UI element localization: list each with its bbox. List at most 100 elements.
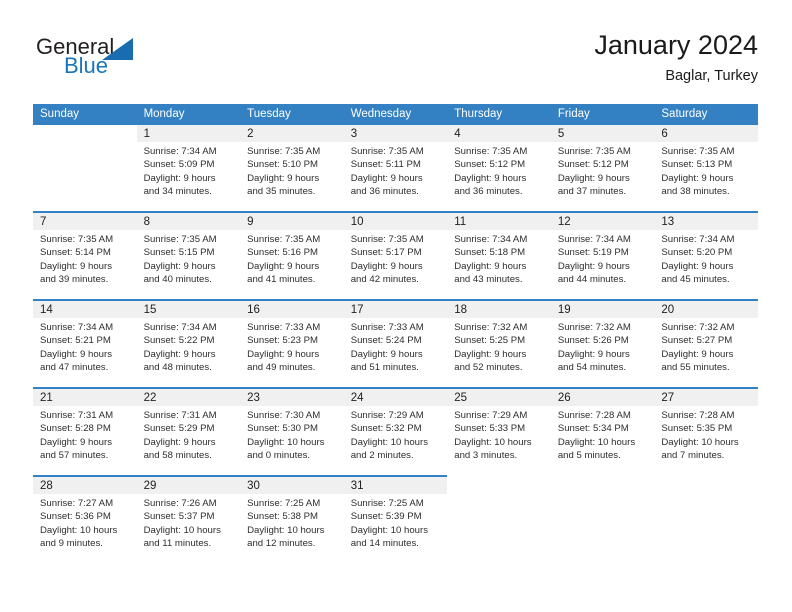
day-cell[interactable]: Sunrise: 7:35 AM Sunset: 5:13 PM Dayligh… [654, 142, 758, 212]
day-number[interactable]: 23 [240, 387, 344, 406]
sunset-text: Sunset: 5:17 PM [350, 247, 422, 259]
sunset-text: Sunset: 5:19 PM [557, 247, 629, 259]
day-cell[interactable]: Sunrise: 7:31 AM Sunset: 5:29 PM Dayligh… [136, 406, 241, 476]
sunset-text: Sunset: 5:39 PM [350, 511, 422, 523]
day-cell[interactable]: Sunrise: 7:29 AM Sunset: 5:33 PM Dayligh… [447, 406, 551, 476]
day-number[interactable]: 22 [136, 387, 241, 406]
day-number[interactable]: 12 [550, 211, 655, 230]
day-number[interactable]: 13 [654, 211, 758, 230]
sunset-text: Sunset: 5:32 PM [350, 423, 422, 435]
sunrise-text: Sunrise: 7:35 AM [143, 234, 217, 245]
day-number[interactable]: 28 [33, 475, 137, 494]
daylight-line2: and 52 minutes. [454, 362, 523, 374]
day-cell[interactable]: Sunrise: 7:29 AM Sunset: 5:32 PM Dayligh… [343, 406, 448, 476]
sunrise-text: Sunrise: 7:35 AM [557, 146, 631, 157]
day-cell[interactable]: Sunrise: 7:33 AM Sunset: 5:23 PM Dayligh… [240, 318, 344, 388]
sunrise-text: Sunrise: 7:34 AM [40, 322, 114, 333]
day-number [447, 475, 551, 494]
day-cell[interactable]: Sunrise: 7:34 AM Sunset: 5:19 PM Dayligh… [550, 230, 655, 300]
daylight-line1: Daylight: 9 hours [350, 260, 423, 272]
day-number[interactable]: 26 [550, 387, 655, 406]
day-number[interactable]: 16 [240, 299, 344, 318]
day-cell[interactable]: Sunrise: 7:35 AM Sunset: 5:12 PM Dayligh… [447, 142, 551, 212]
day-cell[interactable]: Sunrise: 7:25 AM Sunset: 5:38 PM Dayligh… [240, 494, 344, 564]
sunrise-text: Sunrise: 7:27 AM [40, 498, 114, 509]
day-cell[interactable]: Sunrise: 7:27 AM Sunset: 5:36 PM Dayligh… [33, 494, 137, 564]
sunrise-text: Sunrise: 7:25 AM [350, 498, 424, 509]
sunset-text: Sunset: 5:28 PM [40, 423, 111, 435]
day-number[interactable]: 15 [136, 299, 241, 318]
day-number[interactable]: 9 [240, 211, 344, 230]
daylight-line2: and 0 minutes. [247, 450, 311, 462]
day-cell[interactable]: Sunrise: 7:33 AM Sunset: 5:24 PM Dayligh… [343, 318, 448, 388]
day-number[interactable]: 17 [343, 299, 448, 318]
sunset-text: Sunset: 5:35 PM [661, 423, 733, 435]
day-number[interactable]: 25 [447, 387, 551, 406]
day-number[interactable]: 27 [654, 387, 758, 406]
day-cell[interactable]: Sunrise: 7:35 AM Sunset: 5:16 PM Dayligh… [240, 230, 344, 300]
day-number[interactable]: 20 [654, 299, 758, 318]
day-number[interactable]: 29 [136, 475, 241, 494]
day-cell[interactable]: Sunrise: 7:32 AM Sunset: 5:25 PM Dayligh… [447, 318, 551, 388]
day-cell[interactable]: Sunrise: 7:35 AM Sunset: 5:10 PM Dayligh… [240, 142, 344, 212]
day-cell[interactable]: Sunrise: 7:28 AM Sunset: 5:34 PM Dayligh… [550, 406, 655, 476]
day-number[interactable]: 10 [343, 211, 448, 230]
day-number[interactable]: 1 [136, 125, 241, 142]
daylight-line2: and 5 minutes. [557, 450, 621, 462]
sunrise-text: Sunrise: 7:35 AM [350, 146, 424, 157]
day-number[interactable]: 11 [447, 211, 551, 230]
day-cell[interactable]: Sunrise: 7:32 AM Sunset: 5:27 PM Dayligh… [654, 318, 758, 388]
general-blue-logo[interactable]: General Blue [33, 34, 243, 92]
daylight-line2: and 9 minutes. [40, 538, 103, 550]
day-number[interactable]: 31 [343, 475, 448, 494]
daylight-line2: and 36 minutes. [350, 186, 419, 198]
day-number[interactable]: 8 [136, 211, 241, 230]
day-cell[interactable]: Sunrise: 7:34 AM Sunset: 5:22 PM Dayligh… [136, 318, 241, 388]
day-cell[interactable]: Sunrise: 7:34 AM Sunset: 5:09 PM Dayligh… [136, 142, 241, 212]
weekday-header-thursday: Thursday [447, 104, 551, 125]
sunset-text: Sunset: 5:30 PM [247, 423, 319, 435]
day-cell[interactable]: Sunrise: 7:35 AM Sunset: 5:15 PM Dayligh… [136, 230, 241, 300]
sunrise-text: Sunrise: 7:35 AM [661, 146, 735, 157]
daylight-line1: Daylight: 9 hours [247, 172, 320, 184]
sunset-text: Sunset: 5:16 PM [247, 247, 319, 259]
day-number[interactable]: 3 [343, 125, 448, 142]
sunset-text: Sunset: 5:22 PM [143, 335, 215, 347]
day-number[interactable]: 2 [240, 125, 344, 142]
daylight-line2: and 41 minutes. [247, 274, 316, 286]
week-details: Sunrise: 7:35 AM Sunset: 5:14 PM Dayligh… [33, 230, 758, 300]
day-cell[interactable]: Sunrise: 7:35 AM Sunset: 5:12 PM Dayligh… [550, 142, 655, 212]
day-cell[interactable]: Sunrise: 7:32 AM Sunset: 5:26 PM Dayligh… [550, 318, 655, 388]
day-number[interactable]: 19 [550, 299, 655, 318]
day-cell[interactable]: Sunrise: 7:35 AM Sunset: 5:14 PM Dayligh… [33, 230, 137, 300]
day-number[interactable]: 5 [550, 125, 655, 142]
week-details: Sunrise: 7:34 AM Sunset: 5:21 PM Dayligh… [33, 318, 758, 388]
day-cell[interactable]: Sunrise: 7:35 AM Sunset: 5:17 PM Dayligh… [343, 230, 448, 300]
sunrise-text: Sunrise: 7:31 AM [143, 410, 217, 421]
day-number[interactable]: 21 [33, 387, 137, 406]
day-number[interactable]: 24 [343, 387, 448, 406]
sunset-text: Sunset: 5:23 PM [247, 335, 319, 347]
day-number[interactable]: 18 [447, 299, 551, 318]
sunrise-text: Sunrise: 7:35 AM [350, 234, 424, 245]
day-number[interactable]: 14 [33, 299, 137, 318]
day-number[interactable]: 4 [447, 125, 551, 142]
day-cell[interactable]: Sunrise: 7:34 AM Sunset: 5:21 PM Dayligh… [33, 318, 137, 388]
sunset-text: Sunset: 5:15 PM [143, 247, 215, 259]
day-cell[interactable]: Sunrise: 7:31 AM Sunset: 5:28 PM Dayligh… [33, 406, 137, 476]
daylight-line2: and 42 minutes. [350, 274, 419, 286]
day-number[interactable]: 7 [33, 211, 137, 230]
day-cell[interactable]: Sunrise: 7:34 AM Sunset: 5:20 PM Dayligh… [654, 230, 758, 300]
day-cell[interactable]: Sunrise: 7:34 AM Sunset: 5:18 PM Dayligh… [447, 230, 551, 300]
day-cell[interactable]: Sunrise: 7:25 AM Sunset: 5:39 PM Dayligh… [343, 494, 448, 564]
day-number[interactable]: 6 [654, 125, 758, 142]
day-cell[interactable]: Sunrise: 7:26 AM Sunset: 5:37 PM Dayligh… [136, 494, 241, 564]
day-cell[interactable]: Sunrise: 7:35 AM Sunset: 5:11 PM Dayligh… [343, 142, 448, 212]
daylight-line1: Daylight: 9 hours [454, 348, 527, 360]
sunrise-text: Sunrise: 7:25 AM [247, 498, 321, 509]
day-number[interactable]: 30 [240, 475, 344, 494]
day-cell[interactable]: Sunrise: 7:28 AM Sunset: 5:35 PM Dayligh… [654, 406, 758, 476]
day-cell[interactable]: Sunrise: 7:30 AM Sunset: 5:30 PM Dayligh… [240, 406, 344, 476]
sunrise-text: Sunrise: 7:35 AM [247, 234, 321, 245]
daylight-line2: and 38 minutes. [661, 186, 730, 198]
